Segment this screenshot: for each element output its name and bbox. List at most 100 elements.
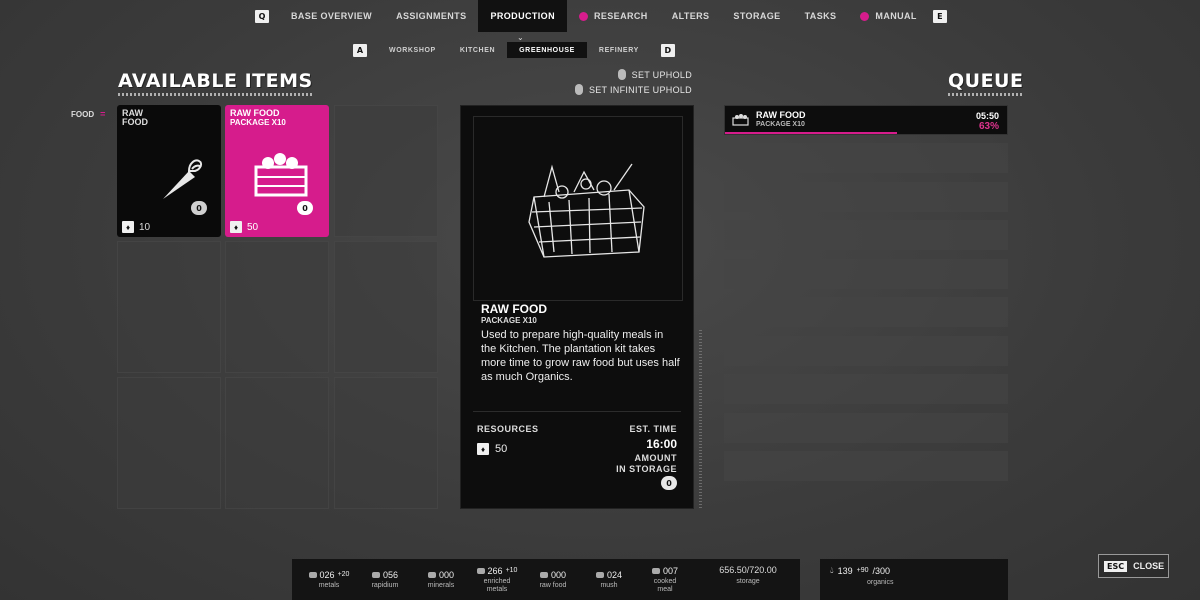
empty-item-slot bbox=[334, 241, 438, 373]
empty-item-slot bbox=[225, 377, 329, 509]
mouse-icon bbox=[617, 69, 626, 80]
tab-alters[interactable]: ALTERS bbox=[660, 0, 722, 32]
active-tab-caret-icon: ⌄ bbox=[517, 33, 524, 42]
tab-production[interactable]: PRODUCTION bbox=[478, 0, 567, 32]
resource-value-row: 056 bbox=[362, 570, 408, 580]
storage-value: 656.50/720.00 bbox=[719, 565, 777, 575]
item-raw-food-package[interactable]: RAW FOOD PACKAGE X10 0 ♦ 50 bbox=[225, 105, 329, 237]
organics-icon: ♦ bbox=[477, 443, 489, 455]
organics-icon: ♦ bbox=[230, 221, 242, 233]
resource-label-line2: metals bbox=[486, 585, 508, 593]
sub-navigation: A WORKSHOP KITCHEN GREENHOUSE REFINERY D bbox=[353, 42, 675, 58]
item-cost-value: 50 bbox=[247, 221, 259, 233]
set-infinite-uphold-action[interactable]: SET INFINITE UPHOLD bbox=[574, 84, 692, 95]
tab-research[interactable]: RESEARCH bbox=[567, 0, 660, 32]
resource-icon bbox=[476, 567, 485, 574]
resource-label-line1: cooked bbox=[653, 577, 677, 585]
resource-value-row: 007 bbox=[642, 566, 688, 576]
queue-empty-slot bbox=[724, 374, 1008, 404]
empty-item-slot bbox=[334, 377, 438, 509]
set-infinite-uphold-label: SET INFINITE UPHOLD bbox=[588, 84, 692, 95]
notification-dot-icon bbox=[578, 11, 588, 21]
available-items-heading: AVAILABLE ITEMS bbox=[118, 70, 313, 96]
resource-label: raw food bbox=[530, 582, 576, 590]
subtab-refinery[interactable]: REFINERY bbox=[587, 42, 651, 58]
tab-label: ASSIGNMENTS bbox=[396, 11, 467, 21]
subtab-greenhouse[interactable]: GREENHOUSE bbox=[507, 42, 587, 58]
resource-label-line1: rapidium bbox=[371, 581, 399, 589]
divider bbox=[473, 411, 681, 412]
queue-empty-slot bbox=[724, 181, 1008, 212]
resource-value: 026 bbox=[319, 569, 335, 580]
tab-base-overview[interactable]: BASE OVERVIEW bbox=[279, 0, 384, 32]
tab-label: RESEARCH bbox=[593, 11, 648, 21]
item-name: RAW FOOD bbox=[122, 109, 148, 127]
subtab-label: REFINERY bbox=[598, 46, 639, 54]
resources-label: RESOURCES bbox=[477, 424, 539, 434]
subtab-kitchen[interactable]: KITCHEN bbox=[448, 42, 507, 58]
organics-max: /300 bbox=[872, 565, 891, 576]
queue-item-subtitle: PACKAGE X10 bbox=[756, 121, 805, 128]
organics-value: 139 bbox=[837, 565, 853, 576]
next-tab-key[interactable]: E bbox=[932, 9, 947, 23]
item-raw-food[interactable]: RAW FOOD 0 ♦ 10 bbox=[117, 105, 221, 237]
queue-item-time: 05:50 bbox=[975, 111, 999, 121]
resource-value: 000 bbox=[550, 569, 567, 580]
subtab-label: WORKSHOP bbox=[389, 46, 436, 54]
queue-item-title: RAW FOOD bbox=[756, 110, 806, 120]
storage-label: storage bbox=[736, 578, 760, 585]
resource-label: rapidium bbox=[362, 582, 408, 590]
item-cost: ♦ 10 bbox=[122, 221, 150, 233]
resource-delta: +20 bbox=[337, 571, 350, 578]
resource-label: enriched metals bbox=[474, 578, 520, 594]
tab-storage[interactable]: STORAGE bbox=[721, 0, 792, 32]
item-name: RAW FOOD PACKAGE X10 bbox=[230, 108, 286, 128]
prev-tab-key[interactable]: Q bbox=[255, 9, 269, 23]
tab-manual[interactable]: MANUAL bbox=[848, 0, 928, 32]
resource-cooked: 007 cooked meal bbox=[642, 566, 688, 594]
resource-value: 007 bbox=[662, 565, 679, 576]
subtab-workshop[interactable]: WORKSHOP bbox=[377, 42, 448, 58]
resources-cost: ♦ 50 bbox=[477, 443, 507, 455]
resource-mush: 024 mush bbox=[586, 570, 632, 590]
queue-item-raw-food-package[interactable]: RAW FOOD PACKAGE X10 05:50 63% bbox=[724, 105, 1008, 135]
resource-icon bbox=[651, 567, 660, 574]
storage-capacity: 656.50/720.00 storage bbox=[706, 565, 790, 585]
queue-empty-slot bbox=[724, 143, 1008, 173]
category-food[interactable]: FOOD = bbox=[71, 109, 105, 119]
resource-value-row: 026 +20 bbox=[306, 570, 352, 580]
subtab-label: KITCHEN bbox=[459, 46, 496, 54]
close-button[interactable]: ESC CLOSE bbox=[1098, 554, 1169, 578]
tab-label: TASKS bbox=[804, 11, 837, 21]
amount-label-line2: IN STORAGE bbox=[616, 464, 677, 474]
organics-icon: ♦ bbox=[122, 221, 134, 233]
resource-minerals: 000 minerals bbox=[418, 570, 464, 590]
queue-item-percent: 63% bbox=[978, 121, 999, 132]
resource-label-line1: raw food bbox=[539, 581, 567, 589]
organics-values: 💧︎ 139 +90 /300 bbox=[830, 565, 890, 576]
notification-dot-icon bbox=[860, 11, 870, 21]
set-uphold-action[interactable]: SET UPHOLD bbox=[617, 69, 692, 80]
item-name-line1: RAW FOOD bbox=[230, 108, 280, 118]
resource-value: 024 bbox=[606, 569, 623, 580]
subtab-label: GREENHOUSE bbox=[519, 46, 575, 54]
queue-empty-slot bbox=[724, 258, 1008, 289]
crate-icon bbox=[732, 114, 749, 126]
resource-label-line1: enriched bbox=[483, 577, 511, 585]
resource-value-row: 000 bbox=[418, 570, 464, 580]
prev-subtab-key[interactable]: A bbox=[353, 43, 367, 57]
tab-tasks[interactable]: TASKS bbox=[793, 0, 849, 32]
tab-label: BASE OVERVIEW bbox=[291, 11, 373, 21]
tab-assignments[interactable]: ASSIGNMENTS bbox=[384, 0, 478, 32]
item-subtitle: PACKAGE X10 bbox=[230, 118, 286, 127]
crate-illustration-icon bbox=[528, 163, 645, 258]
queue-heading: QUEUE bbox=[948, 70, 1023, 96]
next-subtab-key[interactable]: D bbox=[660, 43, 675, 57]
resource-icon bbox=[371, 571, 380, 578]
est-time-label: EST. TIME bbox=[629, 424, 677, 434]
empty-item-slot bbox=[334, 105, 438, 237]
resource-label-line2: meal bbox=[657, 585, 673, 593]
queue-empty-slot bbox=[724, 220, 1008, 250]
resource-icon bbox=[539, 571, 548, 578]
resource-value: 266 bbox=[487, 565, 503, 576]
